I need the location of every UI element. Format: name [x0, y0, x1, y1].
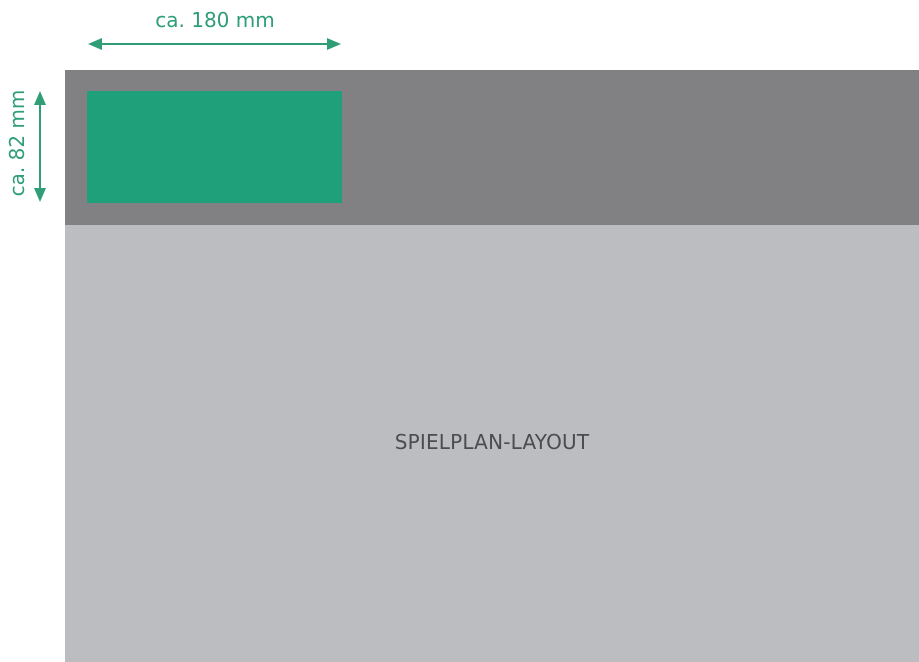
logo-placeholder-box — [87, 91, 342, 203]
height-dimension-arrow-icon — [34, 91, 46, 202]
width-dimension-arrow-icon — [88, 38, 341, 50]
main-area-label: SPIELPLAN-LAYOUT — [394, 430, 590, 454]
main-layout-area: SPIELPLAN-LAYOUT — [65, 225, 919, 662]
layout-diagram: ca. 180 mm ca. 82 mm SPIELPLAN-LAYOUT — [0, 0, 919, 662]
